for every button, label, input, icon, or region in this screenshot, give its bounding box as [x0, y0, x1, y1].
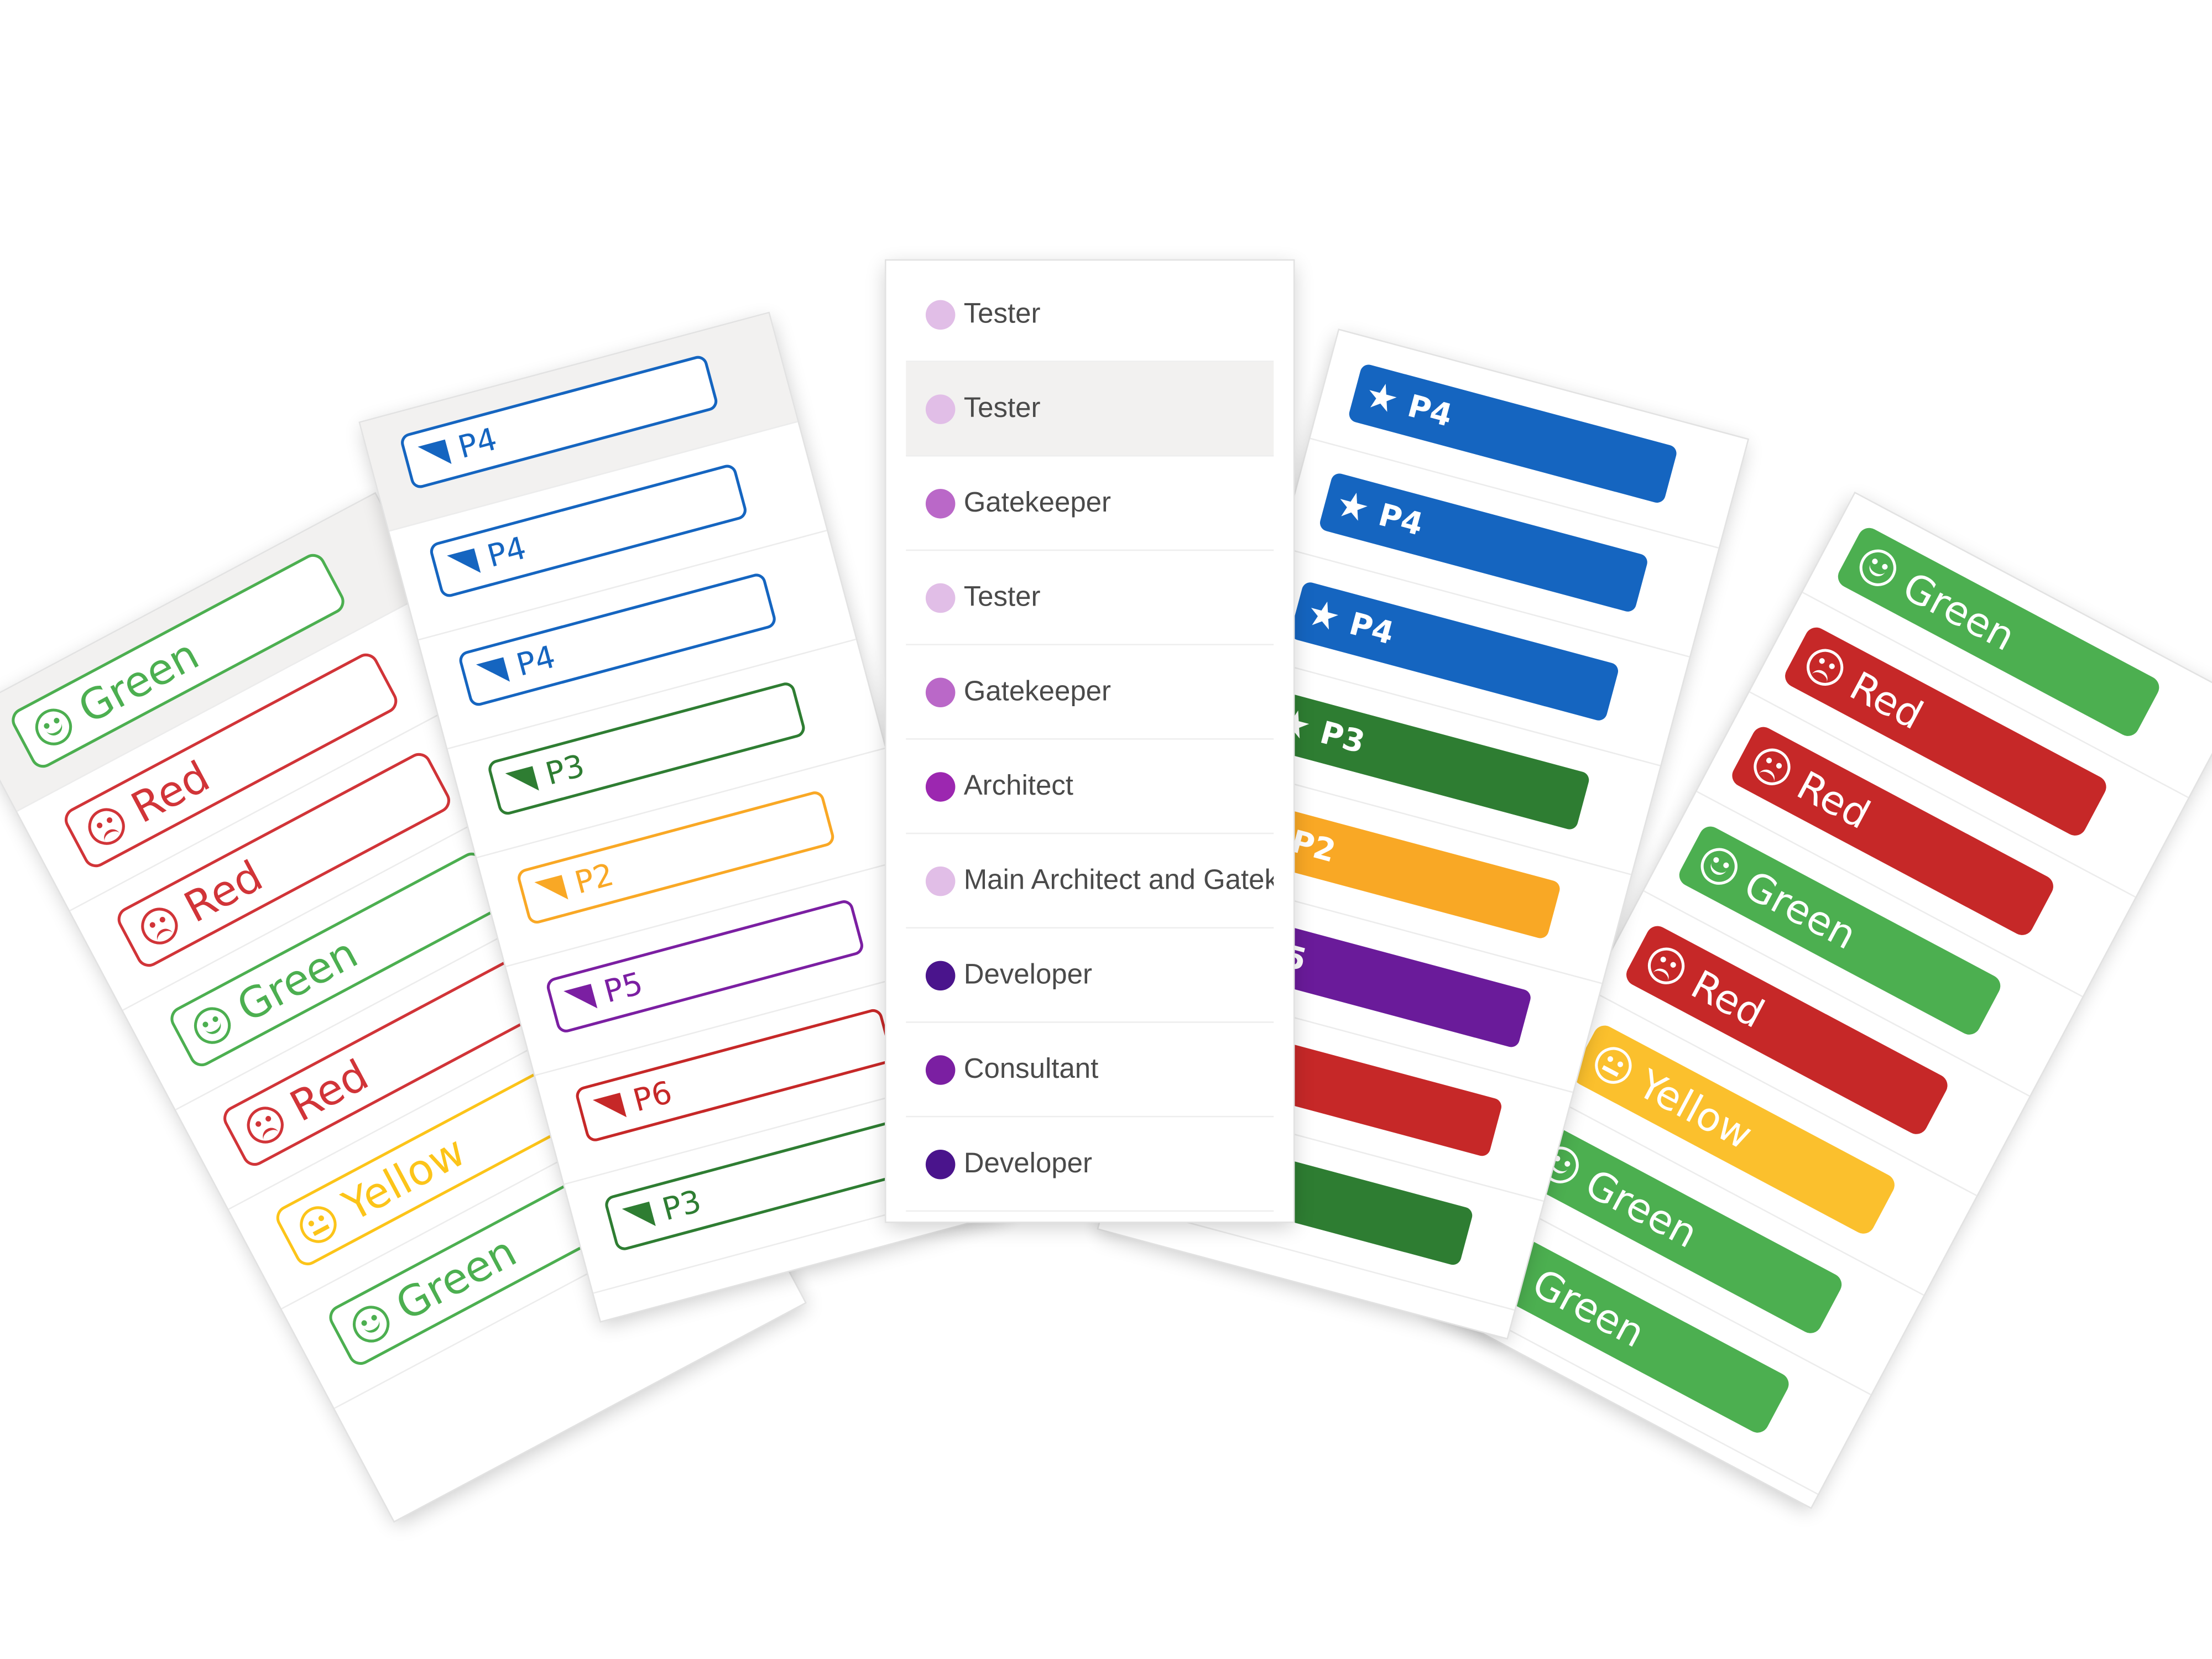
- priority-label: P3: [1316, 715, 1369, 761]
- neutral-face-icon: [293, 1199, 343, 1250]
- role-option[interactable]: Consultant: [906, 1023, 1274, 1118]
- smiley-icon: [29, 702, 79, 752]
- color-dot-icon: [925, 960, 956, 990]
- flag-icon: [505, 766, 539, 798]
- star-icon: ★: [1331, 482, 1374, 533]
- status-label: Green: [70, 630, 207, 734]
- color-dot-icon: [925, 488, 956, 518]
- sad-face-icon: [240, 1100, 290, 1150]
- priority-label: P3: [542, 748, 588, 792]
- status-label: Green: [1525, 1259, 1653, 1357]
- color-dot-icon: [925, 299, 956, 329]
- role-option[interactable]: Tester: [906, 268, 1274, 362]
- status-label: Green: [1895, 562, 2023, 660]
- priority-label: P2: [1287, 824, 1339, 870]
- role-option-label: Tester: [963, 298, 1041, 329]
- role-option-label: Developer: [963, 1147, 1092, 1179]
- sad-face-icon: [1641, 941, 1691, 991]
- role-option-label: Developer: [963, 958, 1092, 990]
- priority-label: P4: [1404, 388, 1456, 435]
- priority-label: P4: [483, 530, 530, 575]
- neutral-face-icon: [1588, 1040, 1639, 1091]
- role-option-label: Gatekeeper: [963, 487, 1111, 518]
- priority-label: P4: [1345, 606, 1398, 652]
- role-option[interactable]: Tester: [906, 362, 1274, 457]
- status-label: Red: [176, 851, 271, 933]
- smiley-icon: [1853, 543, 1903, 593]
- sad-face-icon: [134, 901, 185, 951]
- status-label: Green: [1736, 861, 1864, 958]
- status-label: Red: [1790, 761, 1878, 838]
- priority-label: P4: [513, 639, 560, 684]
- flag-icon: [418, 439, 452, 472]
- star-icon: ★: [1302, 591, 1345, 641]
- color-dot-icon: [925, 677, 956, 707]
- priority-label: P3: [659, 1183, 705, 1228]
- status-label: Red: [282, 1050, 377, 1132]
- color-dot-icon: [925, 1055, 956, 1084]
- role-option-label: Main Architect and Gatekeeper: [963, 864, 1274, 896]
- card-fan: Green Red Red Green Red Yellow Green P4 P4 P4 P3 P…: [0, 0, 2212, 1658]
- flag-icon: [534, 875, 568, 907]
- role-option-label: Tester: [963, 581, 1041, 613]
- priority-label: P4: [455, 421, 501, 466]
- priority-label: P2: [571, 857, 618, 901]
- status-label: Green: [1578, 1159, 1705, 1257]
- role-option-label: Gatekeeper: [963, 675, 1111, 707]
- priority-label: P5: [600, 966, 647, 1010]
- color-dot-icon: [925, 1149, 956, 1179]
- flag-icon: [592, 1092, 627, 1125]
- status-label: Green: [388, 1227, 525, 1331]
- star-icon: ★: [1360, 374, 1404, 424]
- color-dot-icon: [925, 582, 956, 613]
- color-dot-icon: [925, 771, 956, 801]
- role-option[interactable]: Main Architect and Gatekeeper: [906, 834, 1274, 929]
- color-dot-icon: [925, 394, 956, 424]
- flag-icon: [564, 984, 598, 1016]
- role-option[interactable]: Developer: [906, 928, 1274, 1023]
- sad-face-icon: [1747, 742, 1797, 792]
- role-option-list: Tester Tester Gatekeeper Tester Gatekeeper Ar…: [886, 268, 1293, 1212]
- smiley-icon: [346, 1299, 396, 1349]
- flag-icon: [447, 548, 481, 581]
- flag-icon: [622, 1201, 656, 1234]
- role-dropdown: Tester Tester Gatekeeper Tester Gatekeeper Ar…: [886, 260, 1293, 1222]
- role-option-label: Consultant: [963, 1053, 1099, 1084]
- role-option[interactable]: Architect: [906, 740, 1274, 834]
- flag-icon: [476, 657, 510, 689]
- status-label: Yellow: [1631, 1060, 1760, 1159]
- status-label: Green: [229, 928, 366, 1032]
- status-label: Red: [123, 752, 218, 833]
- sad-face-icon: [81, 801, 132, 852]
- priority-label: P4: [1374, 497, 1427, 544]
- sad-face-icon: [1800, 642, 1850, 692]
- role-option[interactable]: Tester: [906, 551, 1274, 645]
- color-dot-icon: [925, 865, 956, 896]
- role-option-label: Architect: [963, 770, 1073, 801]
- smiley-icon: [1694, 841, 1744, 891]
- status-label: Red: [1684, 961, 1772, 1037]
- priority-label: P6: [629, 1075, 676, 1119]
- role-option[interactable]: Gatekeeper: [906, 456, 1274, 551]
- role-option[interactable]: Developer: [906, 1117, 1274, 1212]
- status-label: Yellow: [335, 1126, 473, 1232]
- role-option[interactable]: Gatekeeper: [906, 645, 1274, 740]
- status-label: Red: [1843, 662, 1931, 739]
- smiley-icon: [187, 1000, 237, 1051]
- role-option-label: Tester: [963, 392, 1041, 424]
